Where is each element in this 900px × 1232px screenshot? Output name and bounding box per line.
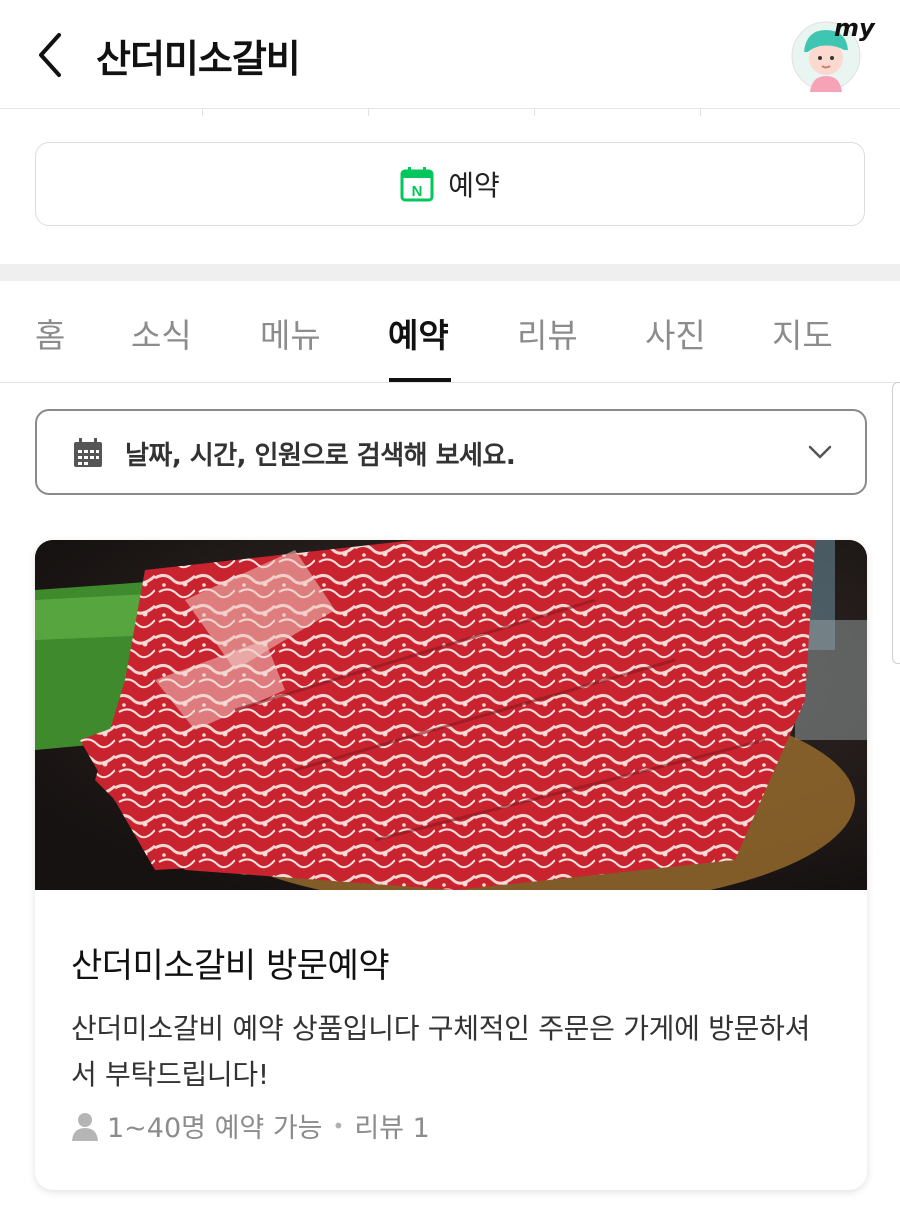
product-photo xyxy=(35,540,867,910)
chevron-down-icon xyxy=(808,445,832,459)
my-profile-button[interactable]: my xyxy=(790,14,875,92)
header-dividers xyxy=(0,108,900,116)
naver-n-letter: N xyxy=(412,183,423,200)
meta-separator: • xyxy=(332,1113,345,1138)
page-title: 산더미소갈비 xyxy=(96,37,301,81)
app-header: 산더미소갈비 my xyxy=(0,0,900,109)
reservation-search-dropdown[interactable]: 날짜, 시간, 인원으로 검색해 보세요. xyxy=(35,409,867,495)
naver-booking-calendar-icon: N xyxy=(400,167,434,202)
tab-photos[interactable]: 사진 xyxy=(645,309,706,357)
back-button[interactable] xyxy=(30,30,70,80)
tab-menu[interactable]: 메뉴 xyxy=(260,309,321,357)
review-count: 리뷰 1 xyxy=(354,1113,430,1144)
active-tab-indicator xyxy=(389,378,451,382)
capacity-text: 1~40명 예약 가능 xyxy=(107,1113,323,1144)
chevron-left-icon xyxy=(39,33,61,77)
search-placeholder: 날짜, 시간, 인원으로 검색해 보세요. xyxy=(125,441,516,471)
reserve-button[interactable]: N 예약 xyxy=(35,142,865,226)
person-icon xyxy=(72,1112,98,1141)
marbled-beef-image xyxy=(35,540,867,910)
calendar-icon xyxy=(74,438,102,467)
tab-news[interactable]: 소식 xyxy=(131,309,192,357)
reserve-button-label: 예약 xyxy=(448,169,500,202)
section-divider xyxy=(0,264,900,281)
tab-reviews[interactable]: 리뷰 xyxy=(517,309,578,357)
product-meta: 1~40명 예약 가능 • 리뷰 1 xyxy=(71,1106,430,1145)
avatar-label: my xyxy=(834,14,875,42)
product-title: 산더미소갈비 방문예약 xyxy=(71,946,390,986)
tab-bar: 홈 소식 메뉴 예약 리뷰 사진 지도 xyxy=(0,281,900,383)
tab-map[interactable]: 지도 xyxy=(772,309,833,357)
reservation-product-card[interactable]: 산더미소갈비 방문예약 산더미소갈비 예약 상품입니다 구체적인 주문은 가게에… xyxy=(35,540,867,1190)
scrollbar[interactable] xyxy=(892,382,900,664)
tab-reservation[interactable]: 예약 xyxy=(388,309,449,357)
tab-home[interactable]: 홈 xyxy=(35,309,65,357)
product-description: 산더미소갈비 예약 상품입니다 구체적인 주문은 가게에 방문하셔서 부탁드립니… xyxy=(71,1012,811,1091)
